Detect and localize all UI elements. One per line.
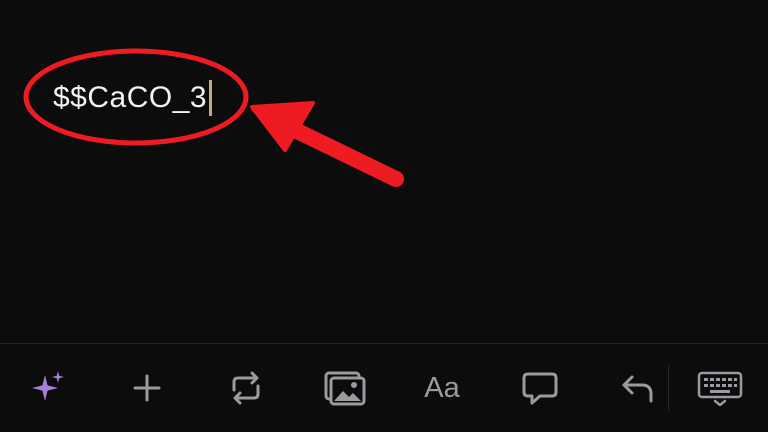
- text-editor[interactable]: $$CaCO_3: [0, 0, 768, 344]
- text-caret: [209, 80, 213, 116]
- note-screen: $$CaCO_3 Aa: [0, 0, 768, 432]
- editor-line[interactable]: $$CaCO_3: [53, 76, 213, 120]
- repost-button[interactable]: [224, 366, 268, 410]
- comment-button[interactable]: [518, 366, 562, 410]
- comment-icon: [522, 372, 558, 405]
- keyboard-toggle-button[interactable]: [696, 366, 744, 410]
- undo-icon: [622, 375, 653, 403]
- image-icon: [324, 371, 366, 406]
- repeat-icon: [232, 371, 260, 405]
- plus-icon: [133, 374, 161, 402]
- add-button[interactable]: [125, 366, 169, 410]
- format-text-icon: Aa: [424, 371, 460, 404]
- editor-text: $$CaCO_3: [53, 81, 208, 114]
- add-image-button[interactable]: [322, 366, 366, 410]
- ai-sparkles-button[interactable]: [26, 366, 70, 410]
- sparkles-icon: [32, 371, 64, 401]
- keyboard-icon: [697, 371, 743, 407]
- bottom-toolbar: Aa: [0, 344, 768, 432]
- undo-button[interactable]: [616, 366, 660, 410]
- toolbar-separator: [668, 365, 669, 411]
- text-format-button[interactable]: Aa: [420, 366, 464, 410]
